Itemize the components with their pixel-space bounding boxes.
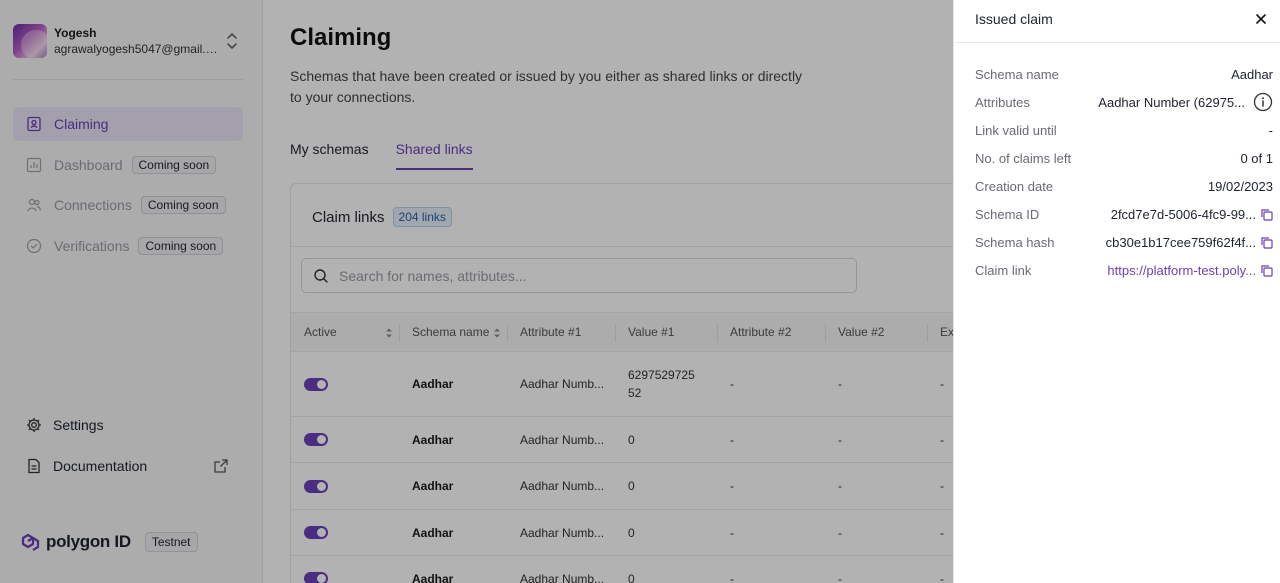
info-icon[interactable] xyxy=(1253,92,1273,112)
detail-row-attributes: Attributes Aadhar Number (62975... xyxy=(975,88,1273,116)
claim-link[interactable]: https://platform-test.poly... xyxy=(1107,263,1256,278)
modal-overlay[interactable] xyxy=(0,0,953,583)
detail-row-link-valid-until: Link valid until - xyxy=(975,122,1273,138)
schema-id-value: 2fcd7e7d-5006-4fc9-99... xyxy=(1110,207,1256,223)
detail-row-claim-link: Claim link https://platform-test.poly... xyxy=(975,257,1273,285)
copy-icon[interactable] xyxy=(1260,236,1273,249)
copy-icon[interactable] xyxy=(1260,208,1273,221)
detail-row-schema-id: Schema ID 2fcd7e7d-5006-4fc9-99... xyxy=(975,200,1273,228)
schema-name-value: Aadhar xyxy=(1231,66,1273,82)
detail-row-schema-name: Schema name Aadhar xyxy=(975,66,1273,82)
detail-row-schema-hash: Schema hash cb30e1b17cee759f62f4f... xyxy=(975,229,1273,257)
issued-claim-drawer: Issued claim Schema name Aadhar Attribut… xyxy=(953,0,1280,583)
claims-left-value: 0 of 1 xyxy=(1240,150,1273,166)
attributes-value: Aadhar Number (62975... xyxy=(1098,94,1245,110)
claim-details: Schema name Aadhar Attributes Aadhar Num… xyxy=(975,60,1273,285)
link-valid-until-value: - xyxy=(1268,122,1273,138)
schema-hash-value: cb30e1b17cee759f62f4f... xyxy=(1105,235,1256,251)
detail-row-creation-date: Creation date 19/02/2023 xyxy=(975,178,1273,194)
copy-icon[interactable] xyxy=(1260,264,1273,277)
detail-row-claims-left: No. of claims left 0 of 1 xyxy=(975,150,1273,166)
creation-date-value: 19/02/2023 xyxy=(1207,178,1273,194)
close-icon[interactable] xyxy=(1254,12,1268,26)
drawer-title: Issued claim xyxy=(975,11,1053,27)
